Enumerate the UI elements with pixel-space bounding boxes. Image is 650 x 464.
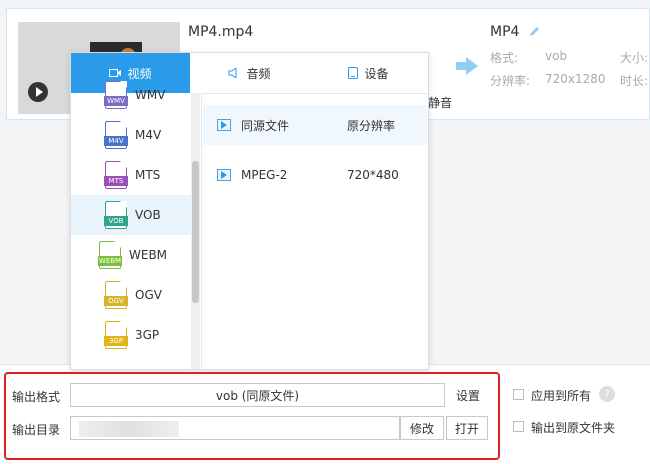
edit-pencil-icon[interactable] — [528, 26, 540, 38]
format-item-webm[interactable]: WEBM WEBM — [71, 235, 191, 275]
tab-device[interactable]: 设备 — [309, 53, 428, 93]
play-preset-icon — [217, 119, 231, 131]
preset-name: 同源文件 — [241, 118, 290, 133]
vob-file-icon: VOB — [104, 201, 128, 229]
open-button[interactable]: 打开 — [446, 416, 488, 440]
preset-list: 同源文件 原分辨率 MPEG-2 720*480 — [202, 93, 428, 369]
format-item-ogv[interactable]: OGV OGV — [71, 275, 191, 315]
output-dir-field[interactable] — [70, 416, 400, 440]
format-item-vob[interactable]: VOB VOB — [71, 195, 191, 235]
to-source-folder-checkbox[interactable] — [513, 421, 524, 432]
format-label: WMV — [135, 88, 166, 102]
3gp-file-icon: 3GP — [104, 321, 128, 349]
apply-all-checkbox[interactable] — [513, 389, 524, 400]
format-label: VOB — [135, 208, 161, 222]
format-label: OGV — [135, 288, 162, 302]
audio-icon — [228, 68, 237, 78]
m4v-file-icon: M4V — [104, 121, 128, 149]
settings-button[interactable]: 设置 — [449, 383, 487, 407]
ogv-file-icon: OGV — [104, 281, 128, 309]
format-popup: 视频 音频 设备 WMV WMV M4V M4V MTS MTS VOB VOB… — [70, 52, 429, 370]
scrollbar-thumb[interactable] — [192, 161, 199, 303]
mute-label: 静音 — [428, 96, 453, 110]
tab-audio[interactable]: 音频 — [190, 53, 309, 93]
output-format-label: 输出格式 — [12, 390, 61, 404]
modify-button[interactable]: 修改 — [400, 416, 444, 440]
tab-device-label: 设备 — [364, 66, 389, 81]
preset-item-mpeg2[interactable]: MPEG-2 720*480 — [203, 155, 427, 195]
preset-resolution: 720*480 — [347, 168, 399, 182]
play-icon[interactable] — [28, 82, 48, 102]
format-label: 格式: — [490, 51, 519, 65]
size-label: 大小: — [620, 51, 649, 65]
output-dir-label: 输出目录 — [12, 423, 61, 437]
apply-all-label: 应用到所有 — [531, 389, 592, 403]
target-format: MP4 — [490, 24, 520, 40]
preset-name: MPEG-2 — [241, 168, 288, 182]
preset-resolution: 原分辨率 — [347, 118, 396, 133]
blurred-path — [79, 421, 179, 437]
mts-file-icon: MTS — [104, 161, 128, 189]
wmv-file-icon: WMV — [104, 81, 128, 109]
help-icon[interactable]: ? — [599, 386, 615, 402]
resolution-label: 分辨率: — [490, 74, 531, 88]
to-source-folder-label: 输出到原文件夹 — [531, 421, 616, 435]
format-value: vob — [545, 49, 568, 63]
output-format-field[interactable]: vob (同原文件) — [70, 383, 445, 407]
format-label: WEBM — [129, 248, 168, 262]
play-preset-icon — [217, 169, 231, 181]
resolution-value: 720x1280 — [545, 72, 606, 86]
convert-arrow-icon — [456, 57, 478, 75]
format-item-wmv[interactable]: WMV WMV — [71, 75, 191, 115]
webm-file-icon: WEBM — [98, 241, 122, 269]
format-item-mts[interactable]: MTS MTS — [71, 155, 191, 195]
format-label: 3GP — [135, 328, 160, 342]
format-item-3gp[interactable]: 3GP 3GP — [71, 315, 191, 355]
format-label: MTS — [135, 168, 161, 182]
output-format-value: vob (同原文件) — [215, 388, 300, 403]
tab-audio-label: 音频 — [246, 66, 271, 81]
preset-item-source[interactable]: 同源文件 原分辨率 — [203, 105, 427, 145]
duration-label: 时长: — [620, 74, 649, 88]
device-icon — [348, 67, 359, 79]
format-item-m4v[interactable]: M4V M4V — [71, 115, 191, 155]
format-label: M4V — [135, 128, 162, 142]
format-list: WMV WMV M4V M4V MTS MTS VOB VOB WEBM WEB… — [71, 81, 201, 369]
file-name: MP4.mp4 — [188, 24, 254, 40]
